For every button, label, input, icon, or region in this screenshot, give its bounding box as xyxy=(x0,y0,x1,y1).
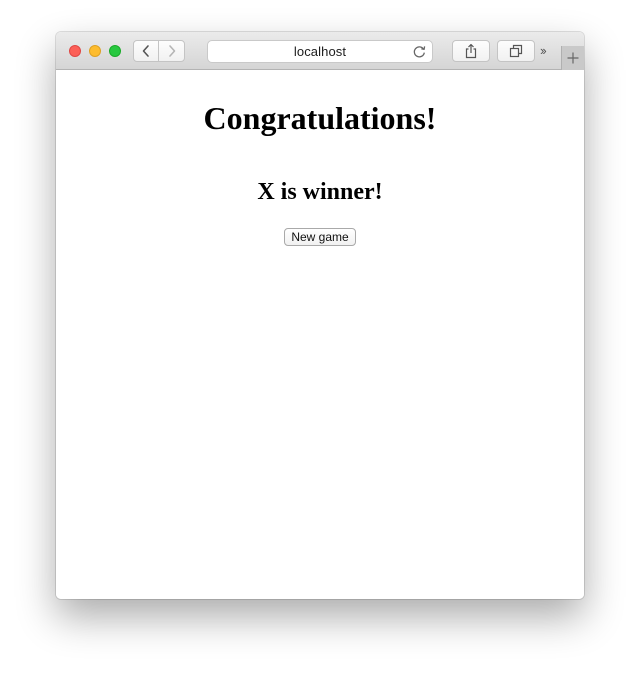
close-window-button[interactable] xyxy=(69,45,81,57)
plus-icon xyxy=(567,52,579,64)
new-tab-button[interactable] xyxy=(561,46,584,70)
page-content: Congratulations! X is winner! New game xyxy=(56,70,584,599)
tabs-overview-button[interactable] xyxy=(497,40,535,62)
new-game-button[interactable]: New game xyxy=(284,228,356,246)
browser-toolbar: localhost ›› xyxy=(56,32,584,70)
share-button[interactable] xyxy=(452,40,490,62)
chevron-right-icon xyxy=(168,45,175,57)
tabs-overview-icon xyxy=(509,44,523,58)
browser-window: localhost ›› Congratulations! X is winne… xyxy=(56,32,584,599)
address-bar[interactable]: localhost xyxy=(207,40,433,63)
share-icon xyxy=(465,43,477,59)
address-text: localhost xyxy=(293,44,347,59)
double-chevron-right-icon[interactable]: ›› xyxy=(540,44,547,58)
congratulations-heading: Congratulations! xyxy=(203,100,437,136)
back-button[interactable] xyxy=(133,40,159,62)
minimize-window-button[interactable] xyxy=(89,45,101,57)
chevron-left-icon xyxy=(142,45,149,57)
forward-button[interactable] xyxy=(158,40,185,62)
reload-icon[interactable] xyxy=(412,44,427,59)
winner-message: X is winner! xyxy=(257,179,383,205)
zoom-window-button[interactable] xyxy=(109,45,121,57)
